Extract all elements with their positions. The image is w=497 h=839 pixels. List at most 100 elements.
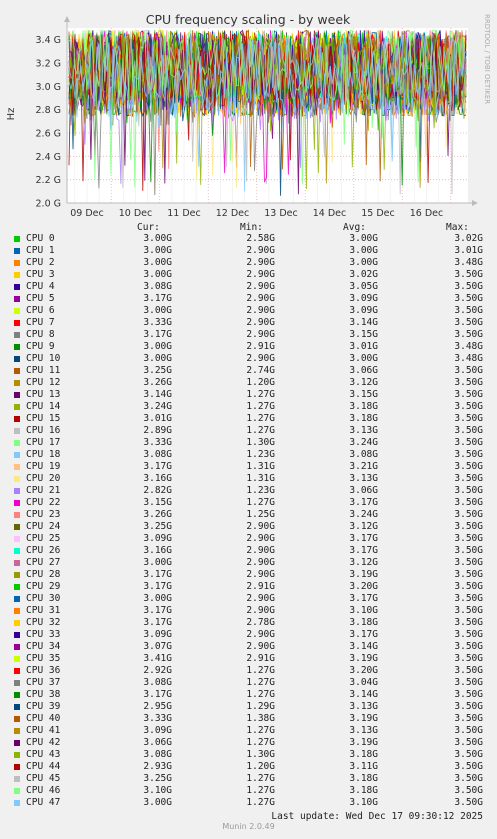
legend-row: CPU 13 3.14G 1.27G 3.15G 3.50G xyxy=(0,389,497,401)
legend-swatch xyxy=(14,284,20,290)
x-tick-label: 15 Dec xyxy=(361,208,395,219)
legend-value-cur: 3.09G xyxy=(143,533,172,544)
legend-series-name: CPU 35 xyxy=(26,653,61,664)
legend-value-avg: 3.05G xyxy=(349,281,378,292)
legend-series-name: CPU 7 xyxy=(26,317,55,328)
legend-series-name: CPU 22 xyxy=(26,497,61,508)
x-tick-label: 09 Dec xyxy=(70,208,104,219)
y-tick-label: 2.4 G xyxy=(36,152,62,163)
legend-value-avg: 3.00G xyxy=(349,233,378,244)
legend-row: CPU 44 2.93G 1.20G 3.11G 3.50G xyxy=(0,761,497,773)
legend-swatch xyxy=(14,428,20,434)
legend-row: CPU 42 3.06G 1.27G 3.19G 3.50G xyxy=(0,737,497,749)
legend-series-name: CPU 0 xyxy=(26,233,55,244)
legend-swatch xyxy=(14,716,20,722)
legend-swatch xyxy=(14,776,20,782)
legend-value-cur: 3.17G xyxy=(143,293,172,304)
legend-row: CPU 36 2.92G 1.27G 3.20G 3.50G xyxy=(0,665,497,677)
legend-value-avg: 3.11G xyxy=(349,761,378,772)
legend-row: CPU 29 3.17G 2.91G 3.20G 3.50G xyxy=(0,581,497,593)
legend-row: CPU 30 3.00G 2.90G 3.17G 3.50G xyxy=(0,593,497,605)
legend-swatch xyxy=(14,344,20,350)
legend-value-avg: 3.09G xyxy=(349,305,378,316)
legend-value-max: 3.50G xyxy=(454,425,483,436)
legend-value-cur: 3.09G xyxy=(143,725,172,736)
legend-swatch xyxy=(14,464,20,470)
legend-swatch xyxy=(14,572,20,578)
legend-swatch xyxy=(14,728,20,734)
legend-value-min: 1.27G xyxy=(246,425,275,436)
legend-series-name: CPU 44 xyxy=(26,761,61,772)
legend-row: CPU 6 3.00G 2.90G 3.09G 3.50G xyxy=(0,305,497,317)
legend-value-min: 2.90G xyxy=(246,593,275,604)
legend-value-cur: 3.00G xyxy=(143,341,172,352)
legend-series-name: CPU 45 xyxy=(26,773,61,784)
legend-value-min: 2.90G xyxy=(246,281,275,292)
legend-series-name: CPU 14 xyxy=(26,401,61,412)
legend-row: CPU 40 3.33G 1.38G 3.19G 3.50G xyxy=(0,713,497,725)
legend-value-cur: 3.17G xyxy=(143,461,172,472)
legend-series-name: CPU 26 xyxy=(26,545,61,556)
legend-value-min: 2.90G xyxy=(246,641,275,652)
legend-value-avg: 3.17G xyxy=(349,533,378,544)
legend-value-max: 3.50G xyxy=(454,725,483,736)
col-header-avg: Avg: xyxy=(343,222,366,233)
legend-series-name: CPU 6 xyxy=(26,305,55,316)
y-tick-label: 3.4 G xyxy=(36,35,62,46)
legend-value-max: 3.50G xyxy=(454,617,483,628)
legend-swatch xyxy=(14,296,20,302)
x-tick-label: 14 Dec xyxy=(313,208,347,219)
legend-series-name: CPU 21 xyxy=(26,485,61,496)
legend-row: CPU 24 3.25G 2.90G 3.12G 3.50G xyxy=(0,521,497,533)
legend-value-avg: 3.17G xyxy=(349,593,378,604)
legend-series-name: CPU 31 xyxy=(26,605,61,616)
legend-row: CPU 41 3.09G 1.27G 3.13G 3.50G xyxy=(0,725,497,737)
legend-row: CPU 22 3.15G 1.27G 3.17G 3.50G xyxy=(0,497,497,509)
legend-swatch xyxy=(14,452,20,458)
legend-value-min: 1.23G xyxy=(246,449,275,460)
legend-row: CPU 47 3.00G 1.27G 3.10G 3.50G xyxy=(0,797,497,809)
y-tick-label: 2.0 G xyxy=(36,199,62,210)
col-header-cur: Cur: xyxy=(137,222,160,233)
legend-row: CPU 1 3.00G 2.90G 3.00G 3.01G xyxy=(0,245,497,257)
legend-value-max: 3.50G xyxy=(454,461,483,472)
legend-value-cur: 3.33G xyxy=(143,317,172,328)
legend-row: CPU 8 3.17G 2.90G 3.15G 3.50G xyxy=(0,329,497,341)
legend-value-min: 1.38G xyxy=(246,713,275,724)
legend-value-max: 3.50G xyxy=(454,521,483,532)
legend-value-cur: 3.17G xyxy=(143,581,172,592)
legend-value-avg: 3.21G xyxy=(349,461,378,472)
legend-value-cur: 3.00G xyxy=(143,257,172,268)
legend-swatch xyxy=(14,548,20,554)
y-tick-label: 3.0 G xyxy=(36,82,62,93)
legend-value-min: 1.27G xyxy=(246,401,275,412)
legend-series-name: CPU 36 xyxy=(26,665,61,676)
legend-value-min: 2.90G xyxy=(246,521,275,532)
legend-value-min: 2.90G xyxy=(246,269,275,280)
legend-value-min: 2.90G xyxy=(246,245,275,256)
legend-value-min: 1.25G xyxy=(246,509,275,520)
legend-series-name: CPU 39 xyxy=(26,701,61,712)
legend-row: CPU 12 3.26G 1.20G 3.12G 3.50G xyxy=(0,377,497,389)
legend-series-name: CPU 33 xyxy=(26,629,61,640)
legend-value-avg: 3.19G xyxy=(349,569,378,580)
legend-value-min: 2.90G xyxy=(246,533,275,544)
legend-value-max: 3.50G xyxy=(454,605,483,616)
legend-row: CPU 21 2.82G 1.23G 3.06G 3.50G xyxy=(0,485,497,497)
legend-value-cur: 3.00G xyxy=(143,797,172,808)
col-header-min: Min: xyxy=(240,222,263,233)
legend-row: CPU 32 3.17G 2.78G 3.18G 3.50G xyxy=(0,617,497,629)
legend-value-cur: 3.00G xyxy=(143,305,172,316)
legend-value-avg: 3.00G xyxy=(349,353,378,364)
legend-series-name: CPU 16 xyxy=(26,425,61,436)
legend-value-avg: 3.19G xyxy=(349,737,378,748)
legend-row: CPU 25 3.09G 2.90G 3.17G 3.50G xyxy=(0,533,497,545)
legend-swatch xyxy=(14,260,20,266)
legend-series-name: CPU 2 xyxy=(26,257,55,268)
x-tick-label: 16 Dec xyxy=(410,208,444,219)
legend-value-max: 3.50G xyxy=(454,677,483,688)
y-tick-label: 2.8 G xyxy=(36,105,62,116)
legend-row: CPU 11 3.25G 2.74G 3.06G 3.50G xyxy=(0,365,497,377)
legend-value-max: 3.50G xyxy=(454,293,483,304)
legend-value-cur: 3.00G xyxy=(143,269,172,280)
